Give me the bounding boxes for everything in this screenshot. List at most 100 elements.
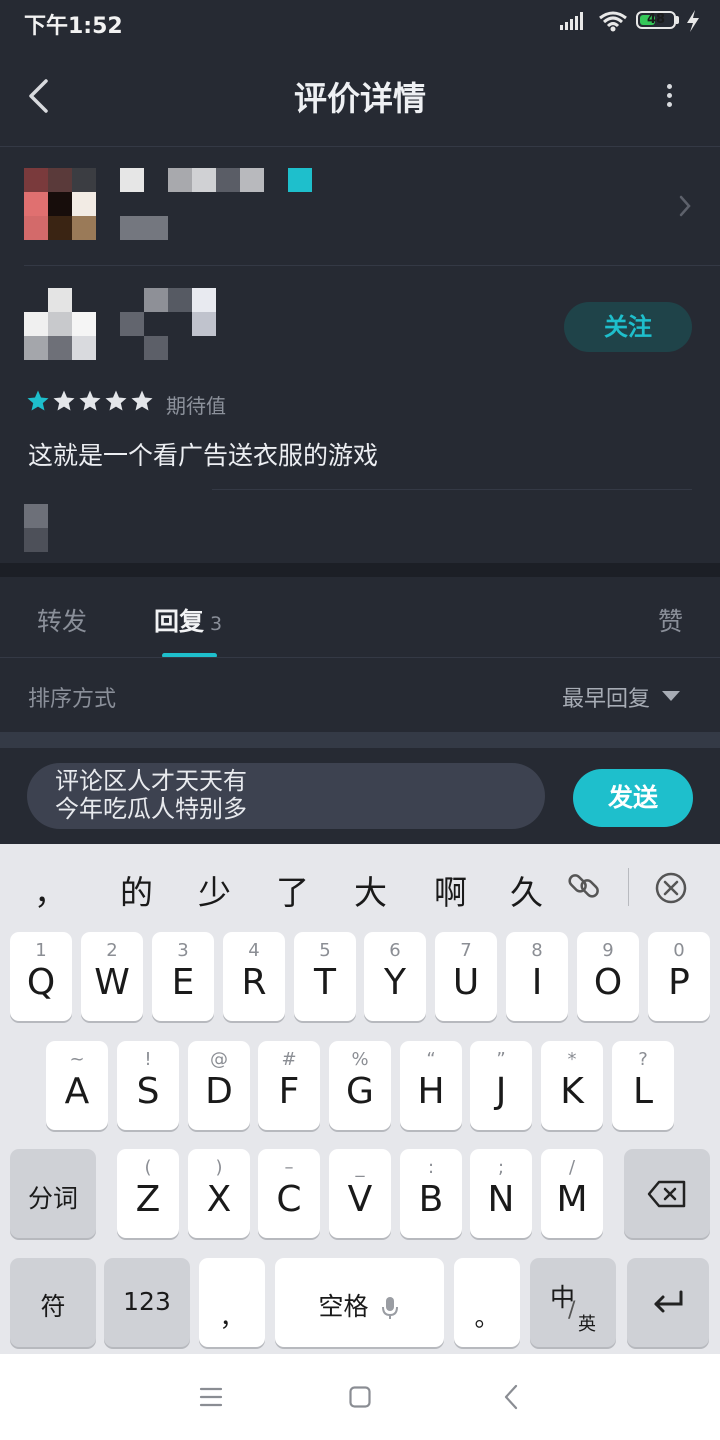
menu-icon[interactable] xyxy=(199,1386,223,1408)
divider xyxy=(24,265,720,266)
sort-label: 排序方式 xyxy=(28,687,117,712)
key-a[interactable]: ~ A xyxy=(46,1041,108,1130)
key-e[interactable]: 3E xyxy=(152,932,214,1021)
link-icon[interactable] xyxy=(566,868,602,904)
chevron-right-icon xyxy=(679,195,691,217)
key-hint: 7 xyxy=(460,940,472,961)
key-label: Q xyxy=(26,962,56,1003)
enter-icon xyxy=(654,1290,683,1313)
key-label: 。 xyxy=(474,1303,500,1332)
key-p[interactable]: 0P xyxy=(648,932,710,1021)
user-name-censored xyxy=(120,288,216,360)
nav-back-icon[interactable] xyxy=(502,1384,520,1410)
candidate-word[interactable]: 少 xyxy=(198,866,231,914)
microphone-icon xyxy=(382,1297,399,1319)
key-label: P xyxy=(668,962,690,1003)
space-key[interactable]: 空格 xyxy=(275,1258,444,1347)
candidate-word[interactable]: ， xyxy=(34,866,67,914)
key-c[interactable]: – C xyxy=(258,1149,320,1238)
key-q[interactable]: 1Q xyxy=(10,932,72,1021)
more-options-icon[interactable] xyxy=(660,82,680,110)
key-s[interactable]: ! S xyxy=(117,1041,179,1130)
key-hint: / xyxy=(568,1157,576,1178)
key-w[interactable]: 2W xyxy=(81,932,143,1021)
key-label: H xyxy=(417,1071,445,1112)
tab-reply-label: 回复 xyxy=(154,607,205,636)
key-i[interactable]: 8I xyxy=(506,932,568,1021)
candidate-word[interactable]: 久 xyxy=(510,866,543,914)
backspace-key[interactable] xyxy=(624,1149,710,1238)
key-f[interactable]: # F xyxy=(258,1041,320,1130)
language-switch-key[interactable]: 中 / 英 xyxy=(530,1258,616,1347)
key-hint: 2 xyxy=(106,940,118,961)
key-y[interactable]: 6Y xyxy=(364,932,426,1021)
key-hint: _ xyxy=(355,1157,365,1178)
key-label: B xyxy=(418,1179,444,1220)
signal-icon xyxy=(560,12,588,30)
tab-reply[interactable]: 回复 3 xyxy=(154,602,222,638)
key-hint: – xyxy=(284,1157,294,1178)
key-t[interactable]: 5T xyxy=(294,932,356,1021)
candidate-word[interactable]: 啊 xyxy=(434,866,467,914)
key-hint: “ xyxy=(426,1049,436,1070)
game-row[interactable] xyxy=(0,147,720,265)
key-l[interactable]: ? L xyxy=(612,1041,674,1130)
key-hint: ; xyxy=(497,1157,505,1178)
home-icon[interactable] xyxy=(348,1385,372,1409)
battery-tip xyxy=(676,16,679,24)
symbol-key[interactable]: 符 xyxy=(10,1258,96,1347)
key-b[interactable]: :B xyxy=(400,1149,462,1238)
key-label: Z xyxy=(135,1179,161,1220)
key-j[interactable]: ” J xyxy=(470,1041,532,1130)
key-z[interactable]: (Z xyxy=(117,1149,179,1238)
key-v[interactable]: _ V xyxy=(329,1149,391,1238)
key-hint: * xyxy=(567,1049,577,1070)
key-g[interactable]: % G xyxy=(329,1041,391,1130)
star-icon xyxy=(105,390,127,411)
enter-key[interactable] xyxy=(627,1258,709,1347)
comma-key[interactable]: ， xyxy=(199,1258,265,1347)
key-hint: @ xyxy=(210,1049,228,1070)
key-hint: ~ xyxy=(69,1049,85,1070)
close-candidates-icon[interactable] xyxy=(654,871,688,905)
tab-forward[interactable]: 转发 xyxy=(37,602,87,638)
key-k[interactable]: * K xyxy=(541,1041,603,1130)
key-n[interactable]: ; N xyxy=(470,1149,532,1238)
candidate-word[interactable]: 了 xyxy=(276,866,309,914)
user-avatar[interactable] xyxy=(24,288,96,360)
key-o[interactable]: 9O xyxy=(577,932,639,1021)
key-hint: 4 xyxy=(248,940,260,961)
candidate-word[interactable]: 大 xyxy=(354,866,387,914)
key-m[interactable]: / M xyxy=(541,1149,603,1238)
key-u[interactable]: 7U xyxy=(435,932,497,1021)
star-icon-filled xyxy=(27,390,49,411)
follow-button[interactable]: 关注 xyxy=(564,302,692,352)
caret-down-icon[interactable] xyxy=(662,691,680,701)
key-x[interactable]: ) X xyxy=(188,1149,250,1238)
divider xyxy=(212,489,692,490)
key-label: ， xyxy=(219,1303,245,1332)
key-hint: ! xyxy=(144,1049,152,1070)
candidate-word[interactable]: 的 xyxy=(120,866,153,914)
tab-like[interactable]: 赞 xyxy=(658,602,683,638)
key-label: G xyxy=(346,1071,374,1112)
key-d[interactable]: @ D xyxy=(188,1041,250,1130)
key-label: K xyxy=(560,1071,584,1112)
key-r[interactable]: 4R xyxy=(223,932,285,1021)
comment-input[interactable]: 评论区人才天天有 今年吃瓜人特别多 xyxy=(27,763,545,829)
key-hint: # xyxy=(281,1049,297,1070)
segment-key[interactable]: 分词 xyxy=(10,1149,96,1238)
period-key[interactable]: 。 xyxy=(454,1258,520,1347)
key-hint: % xyxy=(351,1049,369,1070)
star-icon xyxy=(79,390,101,411)
key-label: A xyxy=(64,1071,90,1112)
key-label: U xyxy=(452,962,480,1003)
sort-dropdown[interactable]: 最早回复 xyxy=(562,681,650,713)
section-separator xyxy=(0,563,720,577)
number-key[interactable]: 123 xyxy=(104,1258,190,1347)
key-label: D xyxy=(205,1071,233,1112)
key-hint: : xyxy=(427,1157,435,1178)
send-button[interactable]: 发送 xyxy=(573,769,693,827)
review-footer-censored xyxy=(24,504,48,552)
key-h[interactable]: “H xyxy=(400,1041,462,1130)
